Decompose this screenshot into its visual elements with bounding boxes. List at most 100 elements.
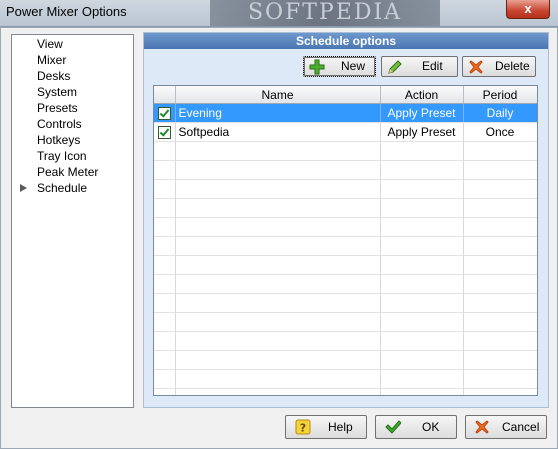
empty-cell (154, 179, 176, 199)
empty-row (154, 160, 537, 180)
empty-cell (175, 312, 381, 332)
empty-cell (154, 198, 176, 218)
delete-button[interactable]: Delete (462, 56, 536, 77)
empty-cell (175, 331, 381, 351)
empty-cell (463, 274, 537, 294)
help-icon: ? (295, 419, 311, 435)
empty-cell (463, 160, 537, 180)
empty-cell (175, 350, 381, 370)
empty-cell (380, 388, 464, 395)
nav-item-controls[interactable]: Controls (12, 116, 133, 132)
empty-cell (175, 274, 381, 294)
empty-cell (463, 293, 537, 313)
svg-text:?: ? (300, 422, 306, 435)
empty-cell (463, 198, 537, 218)
empty-cell (463, 331, 537, 351)
empty-cell (175, 160, 381, 180)
options-nav-list[interactable]: View Mixer Desks System Presets Controls… (11, 34, 134, 408)
empty-cell (175, 217, 381, 237)
empty-cell (154, 331, 176, 351)
empty-cell (463, 369, 537, 389)
row-action: Apply Preset (380, 103, 464, 123)
row-name: Softpedia (175, 122, 381, 142)
column-header-name[interactable]: Name (175, 86, 381, 104)
empty-cell (154, 274, 176, 294)
empty-cell (463, 312, 537, 332)
empty-cell (380, 179, 464, 199)
empty-cell (463, 255, 537, 275)
empty-cell (380, 217, 464, 237)
empty-cell (380, 331, 464, 351)
row-period: Once (463, 122, 537, 142)
column-header-action[interactable]: Action (380, 86, 464, 104)
pencil-icon (388, 60, 402, 74)
empty-cell (175, 388, 381, 395)
empty-cell (463, 179, 537, 199)
empty-cell (463, 217, 537, 237)
empty-cell (380, 293, 464, 313)
empty-cell (463, 141, 537, 161)
empty-cell (154, 160, 176, 180)
empty-cell (175, 293, 381, 313)
empty-cell (380, 350, 464, 370)
empty-row (154, 312, 537, 332)
empty-row (154, 236, 537, 256)
nav-item-peak-meter[interactable]: Peak Meter (12, 164, 133, 180)
empty-cell (154, 217, 176, 237)
nav-item-presets[interactable]: Presets (12, 100, 133, 116)
empty-cell (380, 274, 464, 294)
empty-row (154, 255, 537, 275)
cancel-button[interactable]: Cancel (465, 415, 547, 439)
cancel-x-icon (475, 420, 489, 434)
table-row[interactable]: Softpedia Apply Preset Once (154, 122, 537, 142)
checkmark-icon (385, 420, 401, 434)
table-row[interactable]: Evening Apply Preset Daily (154, 103, 537, 123)
group-header: Schedule options (144, 33, 548, 49)
empty-cell (380, 141, 464, 161)
empty-cell (463, 388, 537, 395)
empty-cell (154, 312, 176, 332)
empty-cell (175, 255, 381, 275)
plus-icon (309, 59, 325, 75)
delete-x-icon (469, 60, 483, 74)
nav-item-desks[interactable]: Desks (12, 68, 133, 84)
empty-cell (380, 255, 464, 275)
help-button[interactable]: ? Help (285, 415, 367, 439)
empty-row (154, 293, 537, 313)
title-bar: Power Mixer Options SOFTPEDIA x (0, 0, 558, 27)
empty-row (154, 369, 537, 389)
empty-cell (154, 293, 176, 313)
nav-item-system[interactable]: System (12, 84, 133, 100)
new-button[interactable]: New (303, 56, 376, 77)
nav-item-hotkeys[interactable]: Hotkeys (12, 132, 133, 148)
column-header-check[interactable] (154, 86, 176, 104)
empty-cell (463, 236, 537, 256)
empty-row (154, 274, 537, 294)
nav-item-tray-icon[interactable]: Tray Icon (12, 148, 133, 164)
empty-cell (154, 236, 176, 256)
nav-item-schedule[interactable]: Schedule (12, 180, 133, 196)
window-title: Power Mixer Options (6, 4, 127, 19)
empty-cell (154, 369, 176, 389)
empty-cell (154, 350, 176, 370)
nav-item-mixer[interactable]: Mixer (12, 52, 133, 68)
empty-cell (154, 255, 176, 275)
nav-item-view[interactable]: View (12, 36, 133, 52)
schedule-grid[interactable]: Name Action Period Evening Apply Preset … (153, 85, 538, 396)
row-enabled-checkbox[interactable] (157, 126, 171, 140)
ok-button[interactable]: OK (375, 415, 457, 439)
row-period: Daily (463, 103, 537, 123)
empty-row (154, 179, 537, 199)
empty-row (154, 388, 537, 395)
empty-row (154, 331, 537, 351)
empty-cell (463, 350, 537, 370)
column-header-period[interactable]: Period (463, 86, 537, 104)
empty-cell (380, 312, 464, 332)
row-enabled-checkbox[interactable] (157, 107, 171, 121)
selected-arrow-icon (20, 184, 27, 192)
edit-button[interactable]: Edit (381, 56, 458, 77)
empty-row (154, 217, 537, 237)
empty-cell (380, 236, 464, 256)
close-button[interactable]: x (506, 0, 550, 19)
empty-cell (175, 198, 381, 218)
